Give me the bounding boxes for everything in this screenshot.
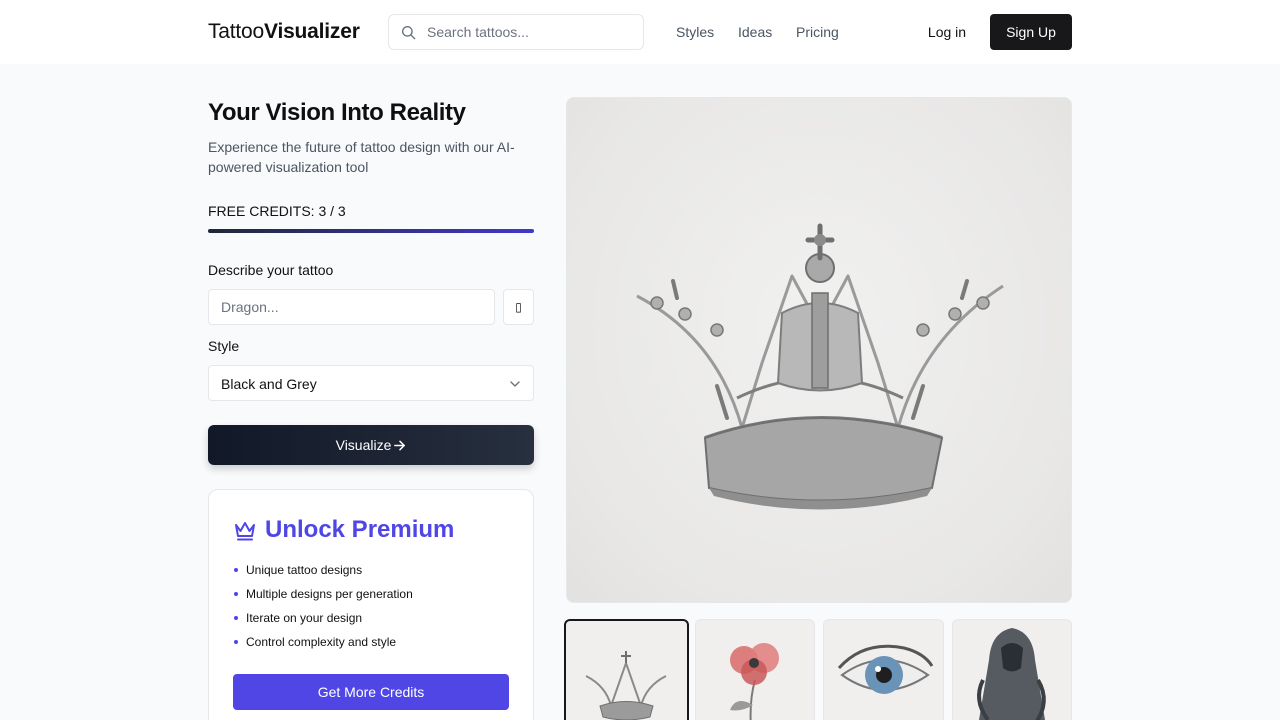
credits-label: FREE CREDITS: 3 / 3 [208,203,346,219]
nav-link-pricing[interactable]: Pricing [796,24,839,40]
list-item: Iterate on your design [233,610,413,634]
thumbnail-reaper[interactable] [952,619,1072,720]
eye-thumbnail-drawing [837,644,934,694]
style-label: Style [208,338,240,354]
chevron-down-icon [510,381,520,387]
random-idea-button[interactable]: ▯ [503,289,534,325]
site-logo[interactable]: TattooVisualizer [208,20,360,44]
thumbnail-poppy-flower[interactable] [695,619,815,720]
get-more-credits-button[interactable]: Get More Credits [233,674,509,710]
list-item: Control complexity and style [233,634,413,658]
page-subtitle: Experience the future of tattoo design w… [208,139,515,175]
nav-link-ideas[interactable]: Ideas [738,24,772,40]
tattoo-preview-image [566,97,1072,603]
premium-card: Unlock Premium Unique tattoo designs Mul… [208,489,534,720]
page-title: Your Vision Into Reality [208,99,466,126]
style-select-value: Black and Grey [221,376,317,392]
style-select[interactable]: Black and Grey [208,365,534,401]
list-item: Multiple designs per generation [233,586,413,610]
arrow-right-icon [394,440,406,451]
login-button[interactable]: Log in [916,14,978,50]
visualize-button[interactable]: Visualize [208,425,534,465]
reaper-thumbnail-drawing [977,628,1046,720]
crown-icon [235,522,255,541]
top-navbar: TattooVisualizer Styles Ideas Pricing Lo… [0,0,1280,64]
poppy-thumbnail-drawing [730,643,779,720]
list-item: Unique tattoo designs [233,562,413,586]
search-icon [401,25,416,40]
describe-label: Describe your tattoo [208,262,334,278]
search-box[interactable] [388,14,644,50]
search-input[interactable] [427,15,637,49]
visualize-label: Visualize [335,437,392,453]
tattoo-description-input[interactable] [208,289,495,325]
signup-button[interactable]: Sign Up [990,14,1072,50]
credits-progress-bar [208,229,534,233]
thumbnail-crown[interactable] [564,619,689,720]
thumbnail-eye[interactable] [823,619,944,720]
nav-link-styles[interactable]: Styles [676,24,714,40]
crown-thumbnail-drawing [585,651,667,720]
crown-tattoo-drawing [636,223,1004,510]
premium-feature-list: Unique tattoo designs Multiple designs p… [233,562,413,658]
credits-progress-fill [208,229,534,233]
